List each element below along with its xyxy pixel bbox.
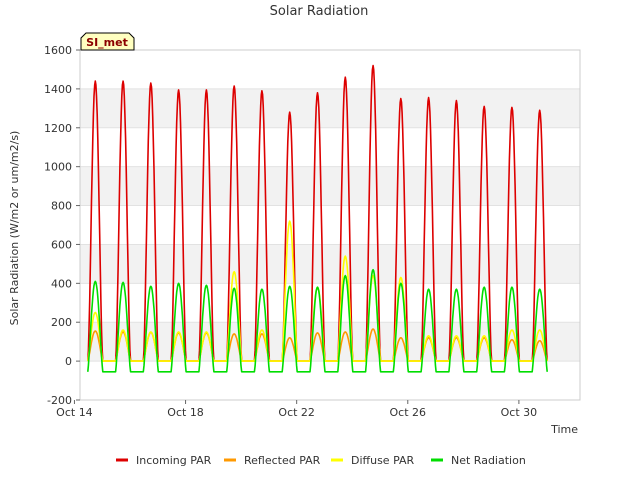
y-tick-label: 1200 (44, 122, 72, 135)
y-tick-label: 1600 (44, 44, 72, 57)
y-tick-label: 0 (65, 355, 72, 368)
y-tick-label: 1400 (44, 83, 72, 96)
site-label-text: SI_met (86, 36, 128, 49)
legend-label: Reflected PAR (244, 454, 321, 467)
y-axis-label: Solar Radiation (W/m2 or um/m2/s) (8, 131, 21, 326)
y-tick-label: 800 (51, 200, 72, 213)
legend-label: Diffuse PAR (351, 454, 415, 467)
grid-band (80, 88, 580, 128)
x-tick-label: Oct 22 (278, 406, 315, 419)
x-axis-label: Time (550, 423, 578, 436)
solar-radiation-chart: -20002004006008001000120014001600 Oct 14… (0, 0, 640, 480)
legend-label: Net Radiation (451, 454, 526, 467)
legend-label: Incoming PAR (136, 454, 212, 467)
y-tick-label: 1000 (44, 161, 72, 174)
x-tick-label: Oct 18 (167, 406, 204, 419)
chart-title: Solar Radiation (270, 4, 369, 19)
x-tick-label: Oct 26 (390, 406, 427, 419)
site-label-tag: SI_met (80, 32, 135, 51)
y-tick-label: 400 (51, 277, 72, 290)
x-tick-label: Oct 30 (501, 406, 538, 419)
y-tick-label: 600 (51, 238, 72, 251)
x-tick-label: Oct 14 (56, 406, 93, 419)
y-tick-label: 200 (51, 316, 72, 329)
